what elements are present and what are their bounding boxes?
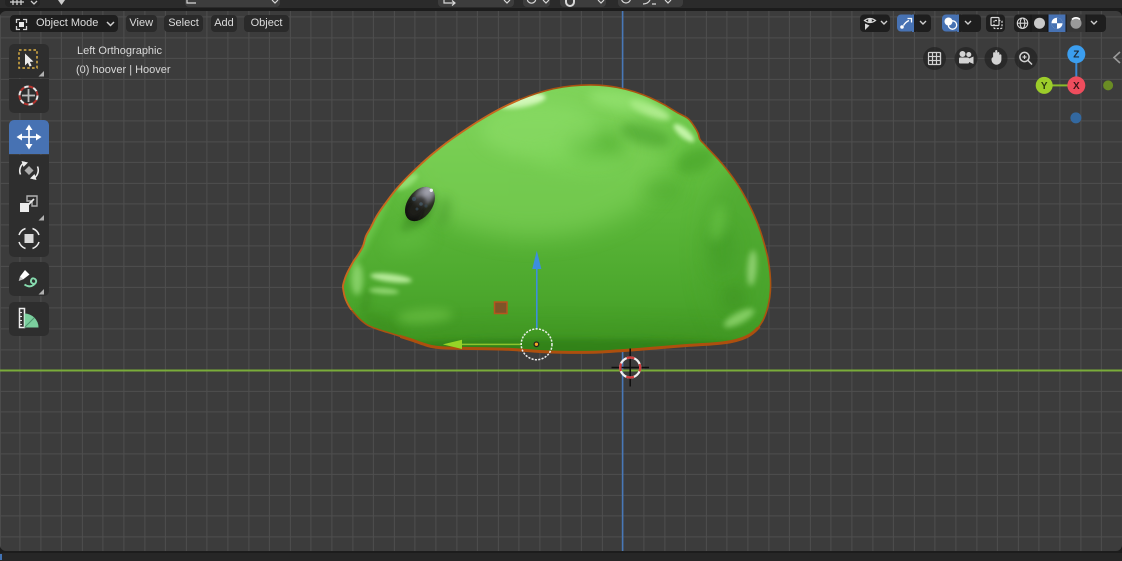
svg-text:Y: Y (1041, 81, 1048, 92)
svg-text:Z: Z (1073, 50, 1079, 61)
svg-text:X: X (1073, 81, 1080, 92)
